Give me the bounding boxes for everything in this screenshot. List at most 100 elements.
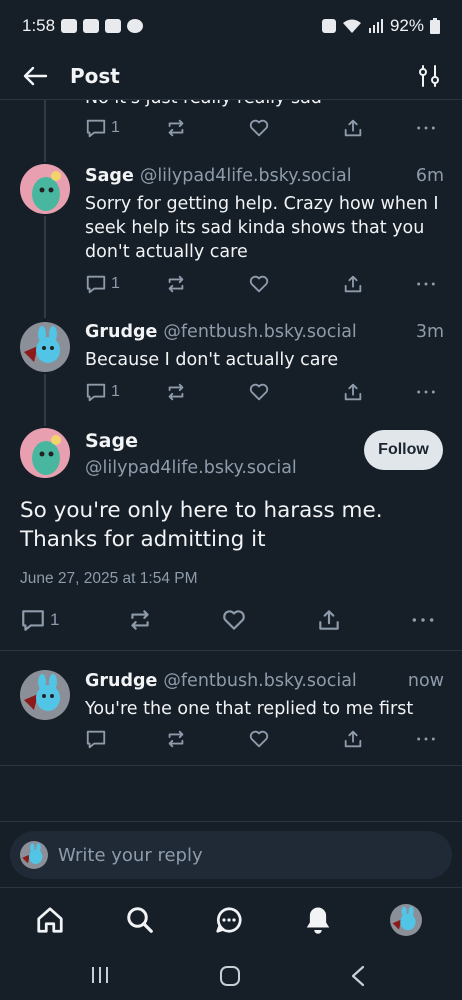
reply-icon bbox=[86, 275, 106, 294]
more-button[interactable] bbox=[415, 116, 437, 140]
arrow-left-icon[interactable] bbox=[22, 65, 48, 87]
like-button[interactable] bbox=[248, 116, 270, 140]
heart-icon bbox=[249, 730, 269, 748]
author-name[interactable]: Sage bbox=[85, 430, 138, 452]
post-text: No it's just really really sad bbox=[85, 100, 444, 110]
reply-button[interactable]: 1 bbox=[85, 380, 120, 404]
heart-icon bbox=[223, 610, 245, 630]
like-button[interactable] bbox=[248, 727, 270, 751]
like-button[interactable] bbox=[248, 272, 270, 296]
chat-icon[interactable] bbox=[213, 904, 245, 936]
post-text: Sorry for getting help. Crazy how when I… bbox=[85, 194, 439, 262]
author-name[interactable]: Grudge bbox=[85, 322, 157, 342]
share-button[interactable] bbox=[342, 727, 364, 751]
tune-icon[interactable] bbox=[418, 64, 440, 88]
author-name[interactable]: Sage bbox=[85, 166, 134, 186]
status-time: 1:58 bbox=[22, 16, 56, 35]
reply-count: 1 bbox=[111, 383, 120, 400]
repost-button[interactable] bbox=[165, 272, 187, 296]
nfc-icon bbox=[321, 19, 336, 33]
heart-icon bbox=[249, 119, 269, 137]
post-time: 6m bbox=[415, 166, 444, 186]
recent-apps-icon[interactable] bbox=[90, 965, 110, 985]
reply-input-placeholder[interactable]: Write your reply bbox=[58, 845, 203, 866]
app-icon bbox=[83, 19, 100, 33]
avatar[interactable] bbox=[20, 164, 70, 214]
post-actions bbox=[85, 727, 440, 751]
avatar[interactable] bbox=[20, 428, 70, 478]
more-icon bbox=[417, 126, 435, 130]
reply-button[interactable]: 1 bbox=[20, 607, 59, 633]
author-handle[interactable]: @lilypad4life.bsky.social bbox=[140, 166, 352, 186]
reply-composer[interactable]: Write your reply bbox=[10, 831, 452, 879]
reply-icon bbox=[86, 383, 106, 402]
reply-count: 1 bbox=[50, 610, 60, 629]
search-icon[interactable] bbox=[124, 904, 156, 936]
share-button[interactable] bbox=[342, 116, 364, 140]
profile-avatar[interactable] bbox=[390, 904, 422, 936]
repost-button[interactable] bbox=[165, 116, 187, 140]
like-button[interactable] bbox=[221, 607, 247, 633]
author-handle[interactable]: @fentbush.bsky.social bbox=[163, 671, 356, 691]
app-icon bbox=[61, 19, 78, 33]
post-actions: 1 bbox=[85, 116, 440, 140]
post-date: June 27, 2025 at 1:54 PM bbox=[20, 570, 198, 587]
avatar[interactable] bbox=[20, 322, 70, 372]
like-button[interactable] bbox=[248, 380, 270, 404]
avatar bbox=[20, 841, 48, 869]
reply-button[interactable] bbox=[85, 727, 107, 751]
thread-line bbox=[44, 216, 46, 318]
more-button[interactable] bbox=[410, 607, 436, 633]
reply-count: 1 bbox=[111, 275, 120, 292]
author-handle[interactable]: @fentbush.bsky.social bbox=[163, 322, 356, 342]
post-text: Because I don't actually care bbox=[85, 350, 339, 370]
avatar[interactable] bbox=[20, 670, 70, 720]
more-button[interactable] bbox=[415, 272, 437, 296]
more-icon bbox=[417, 390, 435, 394]
share-icon bbox=[344, 730, 362, 748]
share-icon bbox=[344, 275, 362, 293]
reply-icon bbox=[86, 119, 106, 138]
reply-button[interactable]: 1 bbox=[85, 116, 120, 140]
app-bar: Post bbox=[0, 52, 462, 100]
home-button-icon[interactable] bbox=[219, 965, 241, 987]
battery-percent: 92% bbox=[389, 16, 424, 35]
follow-button[interactable]: Follow bbox=[364, 430, 443, 470]
share-button[interactable] bbox=[316, 607, 342, 633]
more-button[interactable] bbox=[415, 727, 437, 751]
wifi-icon bbox=[342, 19, 361, 33]
more-icon bbox=[417, 282, 435, 286]
repost-icon bbox=[168, 383, 184, 401]
heart-icon bbox=[249, 275, 269, 293]
more-icon bbox=[417, 737, 435, 741]
battery-icon bbox=[430, 18, 440, 34]
author-handle[interactable]: @lilypad4life.bsky.social bbox=[85, 458, 297, 478]
repost-button[interactable] bbox=[165, 380, 187, 404]
repost-icon bbox=[131, 610, 149, 630]
share-button[interactable] bbox=[342, 272, 364, 296]
repost-icon bbox=[168, 119, 184, 137]
repost-button[interactable] bbox=[165, 727, 187, 751]
post-time: now bbox=[407, 671, 444, 691]
reply-icon bbox=[22, 610, 44, 631]
back-icon[interactable] bbox=[350, 965, 366, 987]
author-name[interactable]: Grudge bbox=[85, 671, 157, 691]
heart-icon bbox=[249, 383, 269, 401]
repost-icon bbox=[168, 730, 184, 748]
reply-button[interactable]: 1 bbox=[85, 272, 120, 296]
share-button[interactable] bbox=[342, 380, 364, 404]
bottom-nav bbox=[0, 887, 462, 953]
post-header: Grudge @fentbush.bsky.social 3m bbox=[85, 322, 444, 342]
home-icon[interactable] bbox=[34, 904, 66, 936]
system-nav-bar bbox=[0, 953, 462, 1000]
status-bar: 1:58 92% bbox=[0, 0, 462, 52]
reply-icon bbox=[86, 730, 106, 749]
notifications-icon[interactable] bbox=[302, 904, 334, 936]
more-button[interactable] bbox=[415, 380, 437, 404]
repost-button[interactable] bbox=[127, 607, 153, 633]
repost-icon bbox=[168, 275, 184, 293]
main-post-text: So you're only here to harass me. Thanks… bbox=[20, 498, 383, 552]
divider bbox=[0, 650, 462, 651]
page-title: Post bbox=[70, 63, 120, 88]
post-header: Grudge @fentbush.bsky.social now bbox=[85, 671, 444, 691]
